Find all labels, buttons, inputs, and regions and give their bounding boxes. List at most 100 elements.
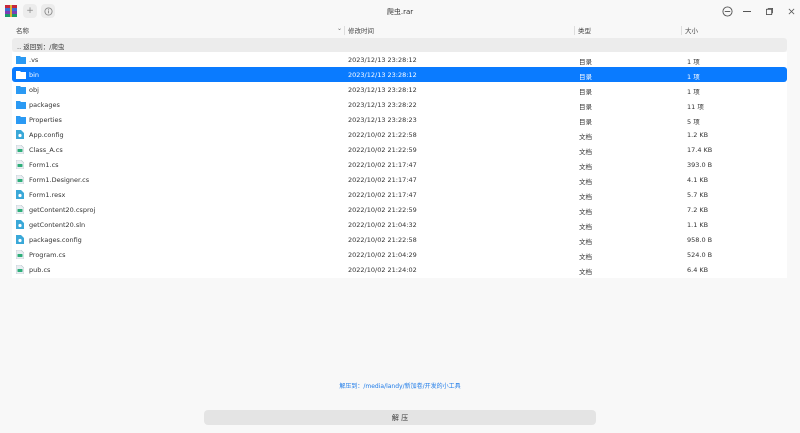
back-to-parent-label: .. 返回到：/爬虫 bbox=[17, 43, 65, 51]
file-type: 文档 bbox=[579, 238, 592, 246]
file-modified: 2022/10/02 21:17:47 bbox=[348, 176, 417, 184]
column-modified-header[interactable]: 修改时间 bbox=[348, 25, 374, 35]
file-modified: 2022/10/02 21:22:58 bbox=[348, 236, 417, 244]
file-name: Properties bbox=[29, 116, 62, 124]
file-row[interactable]: Form1.Designer.cs 2022/10/02 21:17:47 文档 4.… bbox=[12, 172, 787, 187]
column-divider[interactable] bbox=[681, 26, 682, 35]
file-name: .vs bbox=[29, 56, 39, 64]
file-type: 文档 bbox=[579, 133, 592, 141]
file-size: 1.1 KB bbox=[687, 221, 709, 229]
file-name: getContent20.csproj bbox=[29, 206, 96, 214]
file-modified: 2022/10/02 21:22:59 bbox=[348, 146, 417, 154]
add-icon[interactable]: + bbox=[23, 4, 37, 18]
file-name: packages.config bbox=[29, 236, 82, 244]
file-row[interactable]: Class_A.cs 2022/10/02 21:22:59 文档 17.4 KB bbox=[12, 142, 787, 157]
file-modified: 2022/10/02 21:04:29 bbox=[348, 251, 417, 259]
file-name: packages bbox=[29, 101, 60, 109]
code-file-icon bbox=[15, 204, 26, 215]
file-size: 958.0 B bbox=[687, 236, 713, 244]
config-file-icon bbox=[16, 190, 26, 199]
info-icon[interactable] bbox=[41, 4, 55, 18]
file-modified: 2022/10/02 21:04:32 bbox=[348, 221, 417, 229]
file-type: 文档 bbox=[579, 163, 592, 171]
file-row[interactable]: Form1.cs 2022/10/02 21:17:47 文档 393.0 B bbox=[12, 157, 787, 172]
file-row[interactable]: getContent20.sln 2022/10/02 21:04:32 文档 1.1… bbox=[12, 217, 787, 232]
code-file-icon bbox=[15, 174, 26, 185]
back-to-parent-row[interactable]: .. 返回到：/爬虫 bbox=[12, 38, 787, 52]
app-logo-icon bbox=[5, 5, 17, 17]
file-row[interactable]: packages.config 2022/10/02 21:22:58 文档 958.… bbox=[12, 232, 787, 247]
minimize-icon[interactable] bbox=[741, 5, 753, 17]
file-size: 7.2 KB bbox=[687, 206, 709, 214]
maximize-icon[interactable] bbox=[763, 5, 775, 17]
column-size-header[interactable]: 大小 bbox=[685, 25, 698, 35]
file-row[interactable]: bin 2023/12/13 23:28:12 目录 1 项 bbox=[12, 67, 787, 82]
close-icon[interactable] bbox=[785, 5, 797, 17]
column-name-header[interactable]: 名称 bbox=[16, 25, 29, 35]
file-row[interactable]: Program.cs 2022/10/02 21:04:29 文档 524.0 B bbox=[12, 247, 787, 262]
file-row[interactable]: pub.cs 2022/10/02 21:24:02 文档 6.4 KB bbox=[12, 262, 787, 277]
file-size: 17.4 KB bbox=[687, 146, 713, 154]
file-row[interactable]: packages 2023/12/13 23:28:22 目录 11 项 bbox=[12, 97, 787, 112]
file-name: Form1.cs bbox=[29, 161, 59, 169]
file-type: 目录 bbox=[579, 58, 592, 66]
code-file-icon bbox=[15, 264, 26, 275]
config-file-icon bbox=[16, 235, 26, 244]
file-size: 11 项 bbox=[687, 103, 704, 111]
file-type: 文档 bbox=[579, 253, 592, 261]
file-type: 目录 bbox=[579, 118, 592, 126]
file-row[interactable]: obj 2023/12/13 23:28:12 目录 1 项 bbox=[12, 82, 787, 97]
window-title: 爬虫.rar bbox=[386, 8, 414, 16]
column-divider[interactable] bbox=[344, 26, 345, 35]
file-size: 1 项 bbox=[687, 58, 700, 66]
file-modified: 2023/12/13 23:28:12 bbox=[348, 86, 417, 94]
file-name: getContent20.sln bbox=[29, 221, 86, 229]
file-modified: 2023/12/13 23:28:12 bbox=[348, 56, 417, 64]
file-row[interactable]: App.config 2022/10/02 21:22:58 文档 1.2 KB bbox=[12, 127, 787, 142]
folder-icon bbox=[16, 100, 26, 109]
file-name: obj bbox=[29, 86, 39, 94]
file-size: 5.7 KB bbox=[687, 191, 709, 199]
file-type: 目录 bbox=[579, 73, 592, 81]
file-type: 目录 bbox=[579, 88, 592, 96]
folder-icon bbox=[16, 55, 26, 64]
extract-button[interactable]: 解 压 bbox=[204, 410, 596, 425]
config-file-icon bbox=[16, 130, 26, 139]
file-size: 1 项 bbox=[687, 73, 700, 81]
file-type: 文档 bbox=[579, 268, 592, 276]
file-list: .vs 2023/12/13 23:28:12 目录 1 项 bin 2023/12/13… bbox=[12, 52, 787, 278]
file-size: 1.2 KB bbox=[687, 131, 709, 139]
code-file-icon bbox=[15, 144, 26, 155]
file-modified: 2022/10/02 21:24:02 bbox=[348, 266, 417, 274]
file-name: pub.cs bbox=[29, 266, 51, 274]
file-modified: 2023/12/13 23:28:22 bbox=[348, 101, 417, 109]
config-file-icon bbox=[16, 220, 26, 229]
file-type: 文档 bbox=[579, 193, 592, 201]
file-name: Form1.Designer.cs bbox=[29, 176, 90, 184]
file-name: Form1.resx bbox=[29, 191, 66, 199]
file-type: 文档 bbox=[579, 223, 592, 231]
file-type: 目录 bbox=[579, 103, 592, 111]
column-type-header[interactable]: 类型 bbox=[578, 25, 591, 35]
folder-icon bbox=[16, 115, 26, 124]
file-name: Program.cs bbox=[29, 251, 66, 259]
column-divider[interactable] bbox=[574, 26, 575, 35]
menu-icon[interactable] bbox=[721, 5, 733, 17]
file-size: 6.4 KB bbox=[687, 266, 709, 274]
file-name: Class_A.cs bbox=[29, 146, 63, 154]
extract-path-link[interactable]: 解压到：/media/landy/新加卷/开发的小工具 bbox=[0, 381, 800, 390]
file-row[interactable]: getContent20.csproj 2022/10/02 21:22:59 文档… bbox=[12, 202, 787, 217]
file-type: 文档 bbox=[579, 208, 592, 216]
file-type: 文档 bbox=[579, 148, 592, 156]
file-row[interactable]: .vs 2023/12/13 23:28:12 目录 1 项 bbox=[12, 52, 787, 67]
file-modified: 2022/10/02 21:22:59 bbox=[348, 206, 417, 214]
file-modified: 2022/10/02 21:17:47 bbox=[348, 191, 417, 199]
file-size: 393.0 B bbox=[687, 161, 713, 169]
file-row[interactable]: Properties 2023/12/13 23:28:23 目录 5 项 bbox=[12, 112, 787, 127]
file-modified: 2023/12/13 23:28:23 bbox=[348, 116, 417, 124]
file-row[interactable]: Form1.resx 2022/10/02 21:17:47 文档 5.7 KB bbox=[12, 187, 787, 202]
file-size: 4.1 KB bbox=[687, 176, 709, 184]
file-modified: 2022/10/02 21:17:47 bbox=[348, 161, 417, 169]
column-header: 名称 ⌄ 修改时间 类型 大小 bbox=[12, 24, 787, 36]
folder-icon bbox=[16, 70, 26, 79]
